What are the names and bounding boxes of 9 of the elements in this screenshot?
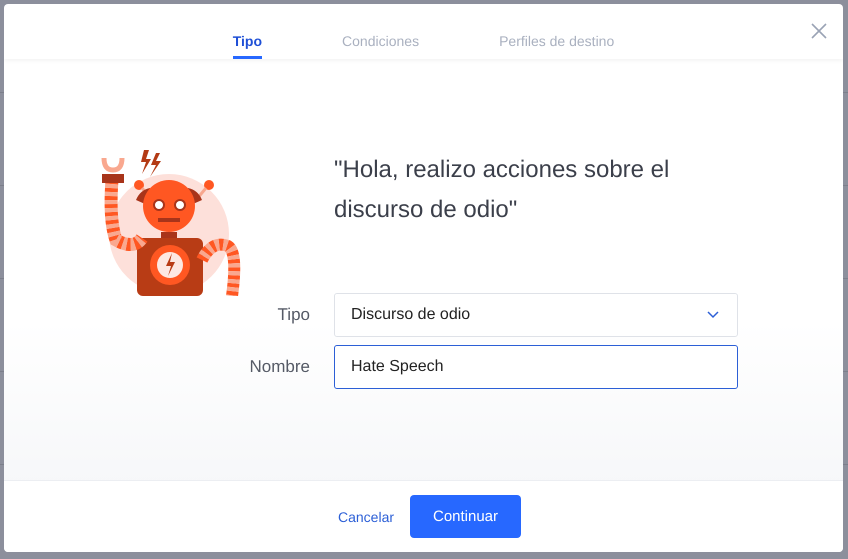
input-field[interactable]: Hate Speech [334, 345, 738, 389]
field-label: Nombre [248, 357, 310, 377]
continue-button[interactable]: Continuar [410, 495, 522, 538]
dropdown[interactable]: Discurso de odio [334, 293, 738, 337]
cancel-link[interactable]: Cancelar [338, 500, 394, 532]
field-label: Tipo [276, 305, 310, 325]
close-icon[interactable] [811, 23, 827, 39]
dialog-heading: "Hola, realizo acciones sobre el discurso de odio" [334, 155, 670, 225]
chevron-down-icon [707, 311, 719, 319]
